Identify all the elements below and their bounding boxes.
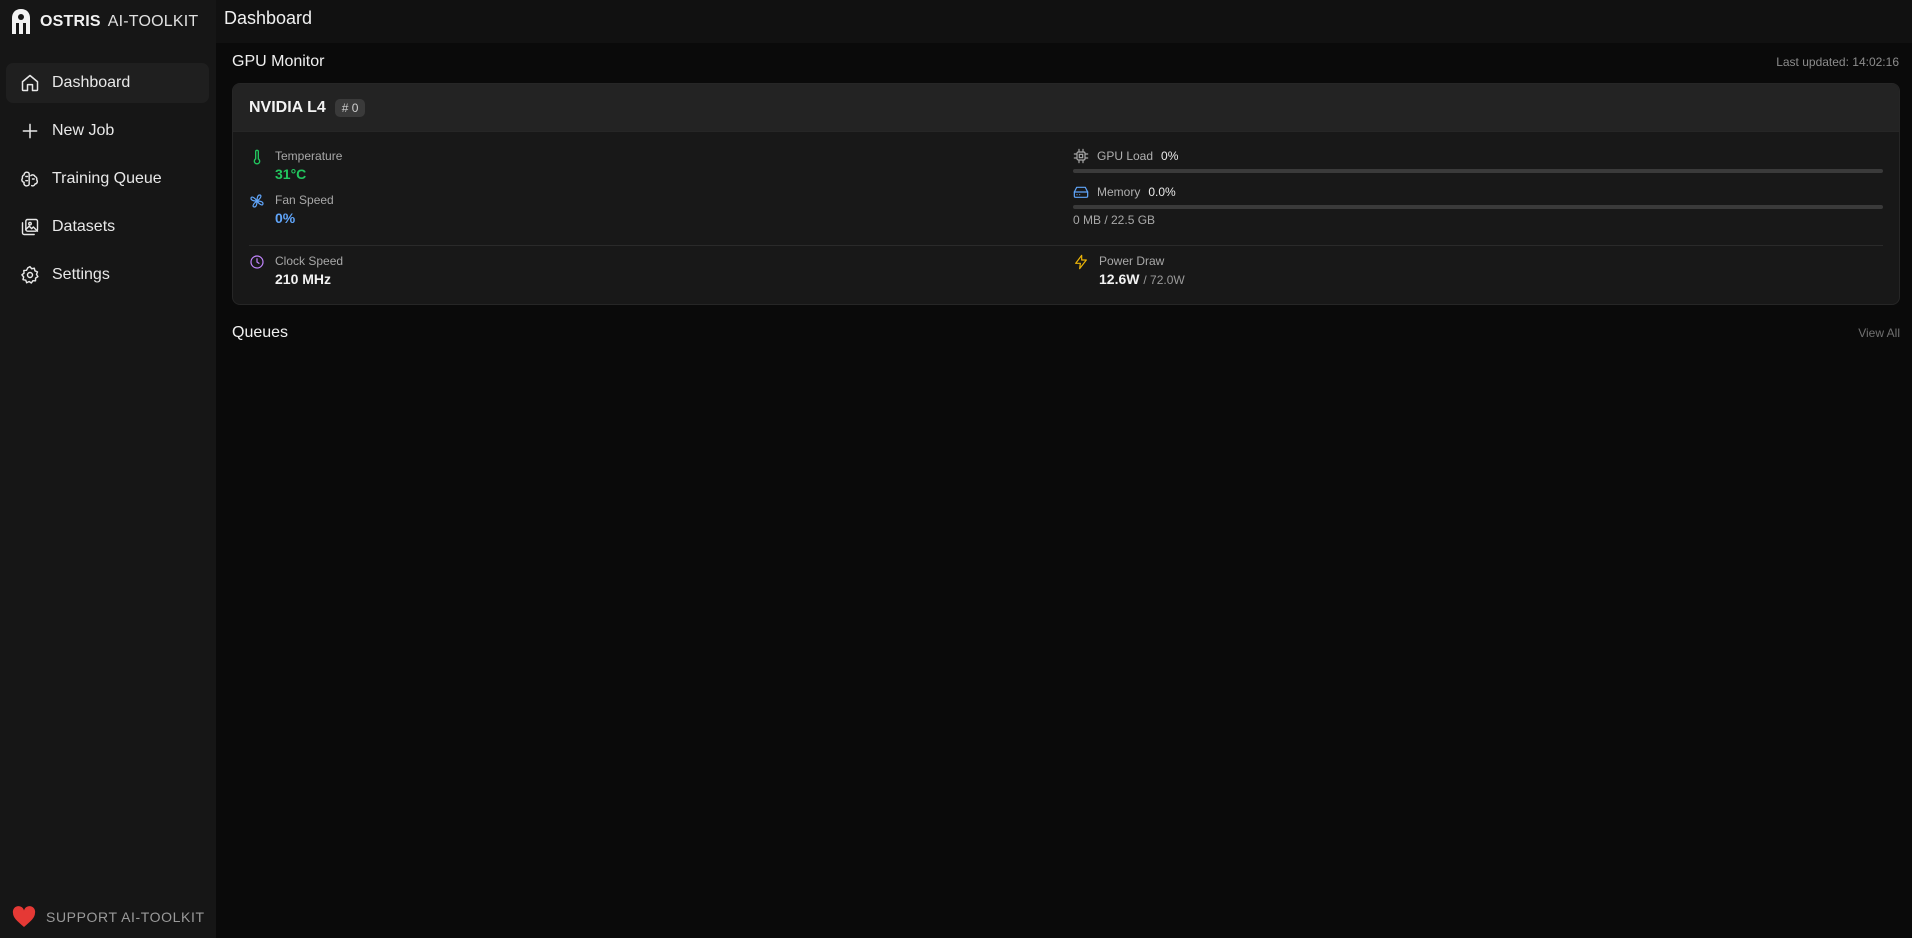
images-icon [20, 217, 40, 237]
clock-speed-value: 210 MHz [275, 271, 332, 287]
temperature-metric: Temperature 31°C [249, 148, 342, 184]
sidebar-item-label: Settings [52, 266, 110, 283]
fan-icon [249, 193, 267, 211]
gpu-monitor-title: GPU Monitor [232, 53, 325, 70]
lightning-icon [1073, 254, 1091, 272]
view-all-link[interactable]: View All [1858, 326, 1900, 340]
fan-speed-label: Fan Speed [275, 193, 334, 207]
gpu-index-badge: # 0 [334, 98, 366, 117]
fan-speed-value: 0% [275, 210, 296, 226]
clock-speed-metric: Clock Speed 210 MHz [249, 253, 343, 289]
brain-icon [20, 169, 40, 189]
clock-speed-label: Clock Speed [275, 254, 344, 268]
sidebar: OSTRIS AI-TOOLKIT Dashboard New Job Trai… [0, 0, 216, 938]
sidebar-nav: Dashboard New Job Training Queue Dataset… [6, 63, 209, 303]
gpu-card: NVIDIA L4 # 0 Temperature 31°C Fan Speed… [232, 83, 1900, 305]
clock-icon [249, 254, 267, 272]
page-title: Dashboard [224, 8, 313, 28]
memory-label: Memory [1097, 185, 1141, 199]
support-link[interactable]: SUPPORT AI-TOOLKIT [12, 906, 205, 928]
power-draw-limit: / 72.0W [1143, 273, 1185, 287]
gpu-load-label: GPU Load [1097, 149, 1154, 163]
last-updated-time: 14:02:16 [1852, 55, 1899, 69]
top-header: Dashboard [216, 0, 1912, 43]
temperature-label: Temperature [275, 149, 343, 163]
gpu-load-metric: GPU Load 0% [1073, 147, 1883, 173]
power-draw-readout: 12.6W / 72.0W [1099, 269, 1185, 290]
queues-title: Queues [232, 324, 289, 341]
memory-metric: Memory 0.0% 0 MB / 22.5 GB [1073, 183, 1883, 227]
brand-name: OSTRIS [40, 13, 101, 30]
gpu-load-bar [1073, 169, 1883, 173]
support-label: SUPPORT AI-TOOLKIT [46, 909, 205, 925]
power-draw-value: 12.6W [1099, 271, 1140, 287]
sidebar-item-label: Dashboard [52, 74, 131, 91]
gpu-load-value: 0% [1161, 149, 1179, 163]
memory-detail: 0 MB / 22.5 GB [1073, 213, 1156, 227]
hard-drive-icon [1073, 183, 1091, 201]
gpu-name: NVIDIA L4 [249, 98, 326, 116]
power-draw-label: Power Draw [1099, 254, 1165, 268]
thermometer-icon [249, 149, 267, 167]
sidebar-item-training-queue[interactable]: Training Queue [6, 159, 209, 199]
home-icon [20, 73, 40, 93]
sidebar-item-datasets[interactable]: Datasets [6, 207, 209, 247]
memory-value: 0.0% [1148, 185, 1176, 199]
fan-speed-metric: Fan Speed 0% [249, 192, 334, 228]
temperature-value: 31°C [275, 166, 307, 182]
sidebar-item-new-job[interactable]: New Job [6, 111, 209, 151]
sidebar-item-settings[interactable]: Settings [6, 255, 209, 295]
brand[interactable]: OSTRIS AI-TOOLKIT [10, 7, 198, 37]
sidebar-item-dashboard[interactable]: Dashboard [6, 63, 209, 103]
heart-icon [12, 906, 36, 927]
gpu-card-header: NVIDIA L4 # 0 [233, 84, 1899, 132]
sidebar-item-label: Datasets [52, 218, 116, 235]
memory-bar [1073, 205, 1883, 209]
app: OSTRIS AI-TOOLKIT Dashboard New Job Trai… [0, 0, 1912, 938]
sidebar-item-label: Training Queue [52, 170, 162, 187]
sidebar-item-label: New Job [52, 122, 115, 139]
ostris-logo-icon [12, 9, 30, 34]
last-updated: Last updated: 14:02:16 [1776, 55, 1899, 69]
gear-icon [20, 265, 40, 285]
cpu-chip-icon [1073, 147, 1091, 165]
brand-subtitle: AI-TOOLKIT [107, 13, 199, 30]
metrics-divider [249, 245, 1883, 246]
plus-icon [20, 121, 40, 141]
main-content: GPU Monitor Last updated: 14:02:16 NVIDI… [216, 43, 1912, 938]
last-updated-label: Last updated: [1776, 55, 1849, 69]
power-draw-metric: Power Draw 12.6W / 72.0W [1073, 253, 1185, 290]
